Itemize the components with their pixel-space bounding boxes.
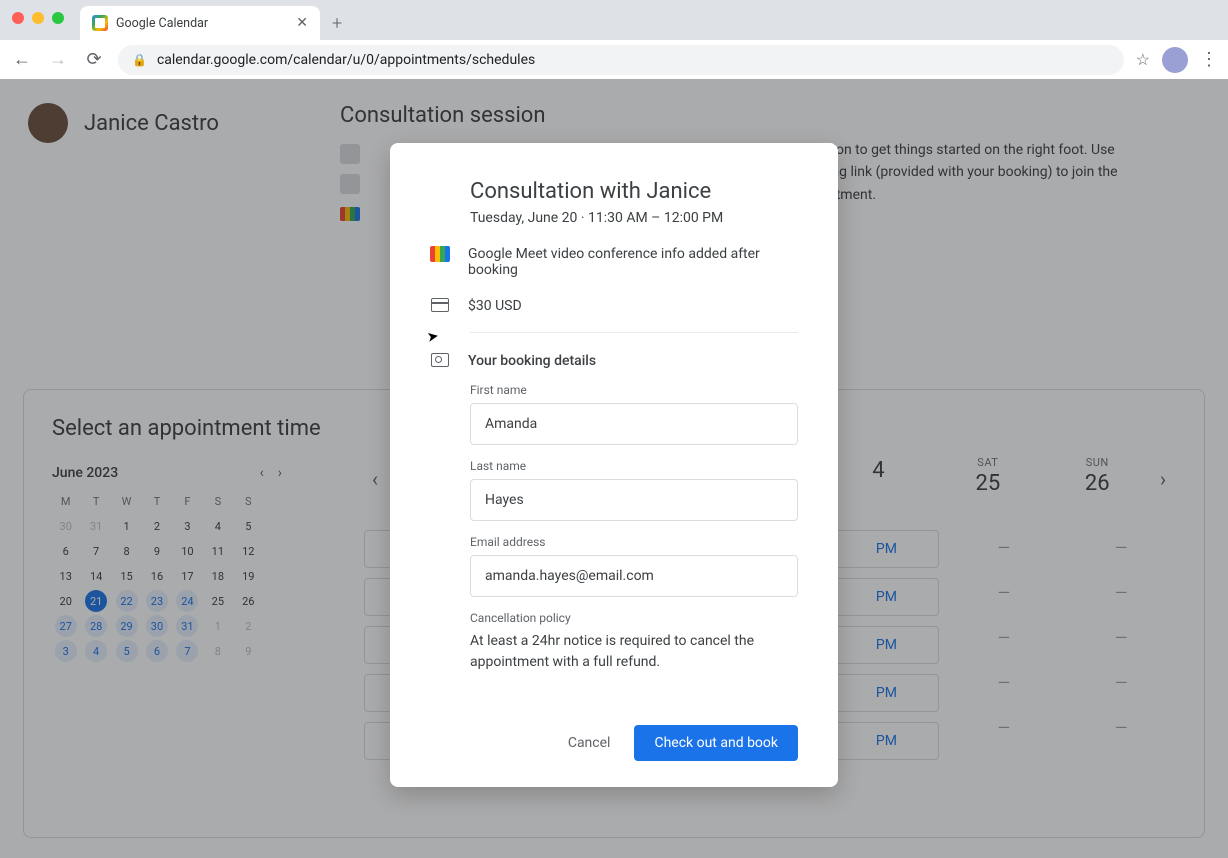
dialog-title: Consultation with Janice <box>470 179 798 204</box>
close-window-icon[interactable] <box>12 12 24 24</box>
email-input[interactable] <box>470 555 798 597</box>
reload-button[interactable]: ⟳ <box>82 49 106 70</box>
bookmark-star-icon[interactable]: ☆ <box>1136 50 1150 69</box>
meet-info-text: Google Meet video conference info added … <box>468 246 798 278</box>
email-label: Email address <box>470 535 798 549</box>
first-name-label: First name <box>470 383 798 397</box>
policy-label: Cancellation policy <box>470 611 798 625</box>
url-text: calendar.google.com/calendar/u/0/appoint… <box>157 52 535 68</box>
last-name-label: Last name <box>470 459 798 473</box>
booking-details-label: Your booking details <box>468 353 596 369</box>
maximize-window-icon[interactable] <box>52 12 64 24</box>
dialog-datetime: Tuesday, June 20 · 11:30 AM – 12:00 PM <box>470 210 798 226</box>
tab-title: Google Calendar <box>116 16 208 31</box>
address-bar[interactable]: 🔒 calendar.google.com/calendar/u/0/appoi… <box>118 45 1124 75</box>
cancel-button[interactable]: Cancel <box>554 725 625 761</box>
contact-card-icon <box>431 353 449 367</box>
booking-dialog: Consultation with Janice Tuesday, June 2… <box>390 143 838 787</box>
browser-tab[interactable]: Google Calendar ✕ <box>80 6 320 40</box>
lock-icon: 🔒 <box>132 53 147 67</box>
payment-icon <box>431 298 449 312</box>
price-text: $30 USD <box>468 298 798 314</box>
policy-text: At least a 24hr notice is required to ca… <box>470 631 798 673</box>
last-name-input[interactable] <box>470 479 798 521</box>
calendar-favicon-icon <box>92 15 108 31</box>
checkout-book-button[interactable]: Check out and book <box>634 725 798 761</box>
browser-chrome: Google Calendar ✕ + ← → ⟳ 🔒 calendar.goo… <box>0 0 1228 79</box>
cursor-icon: ➤ <box>426 328 440 346</box>
back-button[interactable]: ← <box>10 49 34 70</box>
dialog-divider <box>470 332 798 333</box>
minimize-window-icon[interactable] <box>32 12 44 24</box>
meet-icon <box>430 246 450 262</box>
tab-close-icon[interactable]: ✕ <box>296 15 308 31</box>
new-tab-button[interactable]: + <box>332 13 342 34</box>
profile-avatar-icon[interactable] <box>1162 47 1188 73</box>
forward-button[interactable]: → <box>46 49 70 70</box>
window-controls <box>12 12 64 24</box>
browser-menu-icon[interactable]: ⋮ <box>1200 49 1218 70</box>
first-name-input[interactable] <box>470 403 798 445</box>
